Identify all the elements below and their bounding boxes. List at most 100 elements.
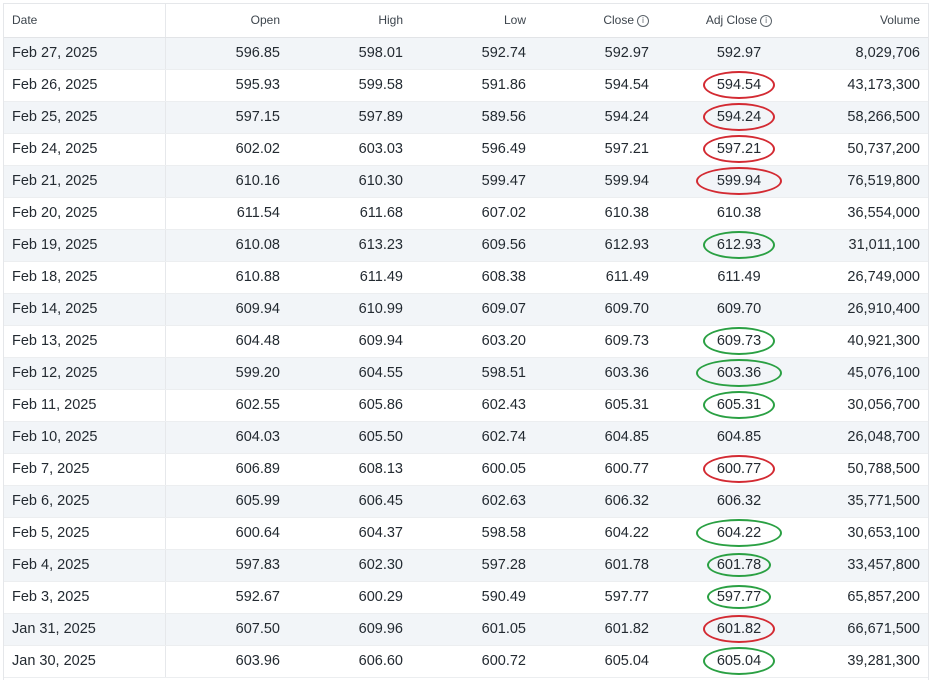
cell-close: 597.21 <box>534 133 657 166</box>
cell-open: 597.83 <box>165 549 288 582</box>
cell-open: 600.64 <box>165 517 288 550</box>
table-row: Feb 5, 2025 600.64 604.37 598.58 604.22 604.2… <box>4 517 928 550</box>
adj-close-text: 601.82 <box>716 621 762 637</box>
cell-close: 601.78 <box>534 549 657 582</box>
cell-low: 602.74 <box>411 421 534 454</box>
cell-date: Feb 6, 2025 <box>4 485 166 518</box>
cell-volume: 30,653,100 <box>821 517 928 550</box>
cell-high: 613.23 <box>288 229 411 262</box>
table-row: Feb 12, 2025 599.20 604.55 598.51 603.36 603.… <box>4 357 928 390</box>
cell-low: 609.56 <box>411 229 534 262</box>
table-row: Feb 7, 2025 606.89 608.13 600.05 600.77 600.7… <box>4 453 928 486</box>
adj-close-text: 594.24 <box>716 109 762 125</box>
table-row: Feb 21, 2025 610.16 610.30 599.47 599.94 599.… <box>4 165 928 198</box>
cell-close: 592.97 <box>534 37 657 70</box>
adj-close-text: 604.85 <box>716 429 762 445</box>
cell-close: 605.31 <box>534 389 657 422</box>
table-row: Feb 24, 2025 602.02 603.03 596.49 597.21 597.… <box>4 133 928 166</box>
table-row: Feb 18, 2025 610.88 611.49 608.38 611.49 611.… <box>4 261 928 294</box>
cell-close: 600.77 <box>534 453 657 486</box>
cell-adj-close: 605.31 <box>657 389 821 422</box>
cell-close: 612.93 <box>534 229 657 262</box>
adj-close-value: 600.77 <box>703 455 775 483</box>
adj-close-text: 594.54 <box>716 77 762 93</box>
adj-close-value: 604.22 <box>696 519 782 547</box>
adj-close-value: 605.04 <box>703 647 775 675</box>
table-row: Feb 13, 2025 604.48 609.94 603.20 609.73 609.… <box>4 325 928 358</box>
header-close-label: Close <box>603 13 634 28</box>
adj-close-value: 611.49 <box>715 269 763 285</box>
historical-prices-table: Date Open High Low Close i Adj Close i Vol… <box>4 4 928 678</box>
adj-close-value: 597.77 <box>707 585 771 609</box>
table-row: Feb 14, 2025 609.94 610.99 609.07 609.70 609.… <box>4 293 928 326</box>
cell-volume: 26,048,700 <box>821 421 928 454</box>
header-volume[interactable]: Volume <box>821 4 928 38</box>
info-icon[interactable]: i <box>760 15 773 28</box>
header-open[interactable]: Open <box>165 4 288 38</box>
cell-open: 592.67 <box>165 581 288 614</box>
table-row: Feb 26, 2025 595.93 599.58 591.86 594.54 594.… <box>4 69 928 102</box>
cell-volume: 66,671,500 <box>821 613 928 646</box>
cell-high: 611.49 <box>288 261 411 294</box>
cell-close: 606.32 <box>534 485 657 518</box>
cell-high: 603.03 <box>288 133 411 166</box>
cell-adj-close: 612.93 <box>657 229 821 262</box>
cell-volume: 31,011,100 <box>821 229 928 262</box>
cell-date: Feb 13, 2025 <box>4 325 166 358</box>
adj-close-text: 600.77 <box>716 461 762 477</box>
adj-close-text: 605.04 <box>716 653 762 669</box>
cell-high: 605.50 <box>288 421 411 454</box>
cell-close: 611.49 <box>534 261 657 294</box>
adj-close-text: 605.31 <box>716 397 762 413</box>
adj-close-text: 592.97 <box>716 45 762 61</box>
cell-high: 604.37 <box>288 517 411 550</box>
adj-close-text: 601.78 <box>716 557 762 573</box>
cell-open: 609.94 <box>165 293 288 326</box>
table-row: Feb 27, 2025 596.85 598.01 592.74 592.97 592.… <box>4 37 928 70</box>
cell-high: 609.94 <box>288 325 411 358</box>
cell-close: 609.73 <box>534 325 657 358</box>
adj-close-value: 603.36 <box>696 359 782 387</box>
cell-date: Feb 7, 2025 <box>4 453 166 486</box>
cell-close: 604.22 <box>534 517 657 550</box>
cell-open: 611.54 <box>165 197 288 230</box>
cell-date: Feb 21, 2025 <box>4 165 166 198</box>
cell-open: 603.96 <box>165 645 288 678</box>
cell-close: 603.36 <box>534 357 657 390</box>
header-low[interactable]: Low <box>411 4 534 38</box>
cell-adj-close: 604.22 <box>657 517 821 550</box>
adj-close-value: 609.70 <box>715 301 763 317</box>
header-close[interactable]: Close i <box>534 4 657 38</box>
adj-close-text: 611.49 <box>717 269 761 285</box>
adj-close-text: 597.21 <box>716 141 762 157</box>
table-row: Feb 10, 2025 604.03 605.50 602.74 604.85 604.… <box>4 421 928 454</box>
cell-close: 610.38 <box>534 197 657 230</box>
cell-high: 609.96 <box>288 613 411 646</box>
historical-prices-table-container: Date Open High Low Close i Adj Close i Vol… <box>3 3 929 680</box>
cell-volume: 43,173,300 <box>821 69 928 102</box>
cell-date: Feb 5, 2025 <box>4 517 166 550</box>
header-adj-close[interactable]: Adj Close i <box>657 4 821 38</box>
table-row: Jan 31, 2025 607.50 609.96 601.05 601.82 601.… <box>4 613 928 646</box>
cell-adj-close: 601.82 <box>657 613 821 646</box>
adj-close-text: 609.70 <box>716 301 762 317</box>
cell-volume: 40,921,300 <box>821 325 928 358</box>
adj-close-value: 594.24 <box>703 103 775 131</box>
cell-open: 605.99 <box>165 485 288 518</box>
adj-close-value: 609.73 <box>703 327 775 355</box>
cell-adj-close: 605.04 <box>657 645 821 678</box>
cell-date: Feb 20, 2025 <box>4 197 166 230</box>
cell-close: 604.85 <box>534 421 657 454</box>
header-high[interactable]: High <box>288 4 411 38</box>
table-header: Date Open High Low Close i Adj Close i Vol… <box>4 4 928 38</box>
header-date[interactable]: Date <box>4 4 166 38</box>
cell-adj-close: 609.70 <box>657 293 821 326</box>
cell-low: 603.20 <box>411 325 534 358</box>
info-icon[interactable]: i <box>637 15 649 28</box>
cell-open: 599.20 <box>165 357 288 390</box>
cell-low: 601.05 <box>411 613 534 646</box>
cell-adj-close: 606.32 <box>657 485 821 518</box>
cell-high: 610.99 <box>288 293 411 326</box>
cell-date: Feb 11, 2025 <box>4 389 166 422</box>
table-body: Feb 27, 2025 596.85 598.01 592.74 592.97 592.… <box>4 37 928 678</box>
